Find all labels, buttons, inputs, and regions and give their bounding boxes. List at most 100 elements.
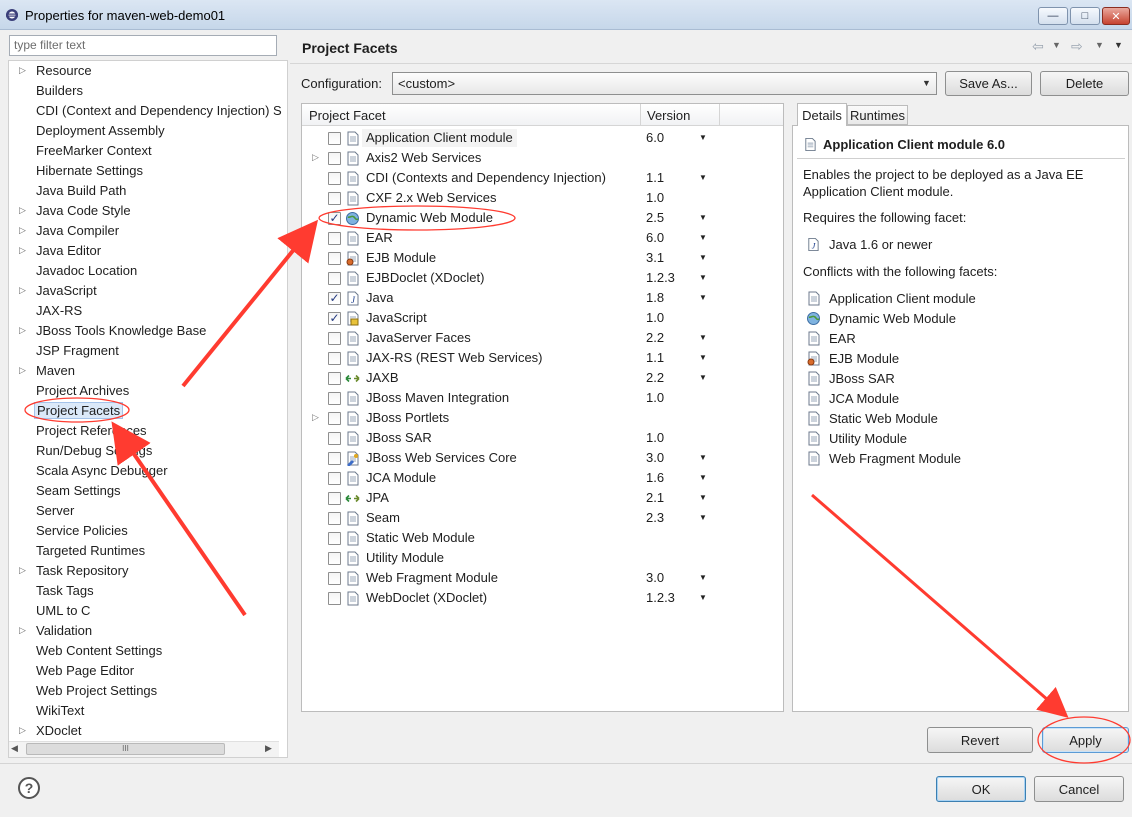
facet-row[interactable]: Web Fragment Module 3.0 ▼ bbox=[302, 568, 783, 588]
tree-item[interactable]: UML to C bbox=[9, 601, 287, 621]
tree-item[interactable]: ▷ Java Compiler bbox=[9, 221, 287, 241]
facet-row[interactable]: JAX-RS (REST Web Services) 1.1 ▼ bbox=[302, 348, 783, 368]
apply-button[interactable]: Apply bbox=[1042, 727, 1129, 753]
tree-item[interactable]: Web Content Settings bbox=[9, 641, 287, 661]
tree-item[interactable]: ▷ XDoclet bbox=[9, 721, 287, 741]
tree-item[interactable]: ▷ Task Repository bbox=[9, 561, 287, 581]
scroll-right-arrow-icon[interactable]: ▶ bbox=[265, 743, 272, 754]
version-dropdown-icon[interactable]: ▼ bbox=[699, 353, 707, 362]
save-as-button[interactable]: Save As... bbox=[945, 71, 1032, 96]
facet-checkbox[interactable] bbox=[328, 532, 341, 545]
version-dropdown-icon[interactable]: ▼ bbox=[699, 133, 707, 142]
version-dropdown-icon[interactable]: ▼ bbox=[699, 213, 707, 222]
tree-item[interactable]: Scala Async Debugger bbox=[9, 461, 287, 481]
tree-item[interactable]: ▷ JBoss Tools Knowledge Base bbox=[9, 321, 287, 341]
facet-checkbox[interactable] bbox=[328, 412, 341, 425]
facet-checkbox[interactable]: ✓ bbox=[328, 312, 341, 325]
expand-arrow-icon[interactable]: ▷ bbox=[19, 725, 26, 736]
tree-item[interactable]: Project Facets bbox=[9, 401, 287, 421]
version-dropdown-icon[interactable]: ▼ bbox=[699, 573, 707, 582]
version-dropdown-icon[interactable]: ▼ bbox=[699, 293, 707, 302]
facet-version[interactable]: 1.6 bbox=[646, 470, 664, 485]
maximize-button[interactable]: □ bbox=[1070, 7, 1100, 25]
version-dropdown-icon[interactable]: ▼ bbox=[699, 253, 707, 262]
facet-version[interactable]: 1.2.3 bbox=[646, 590, 675, 605]
facet-checkbox[interactable] bbox=[328, 192, 341, 205]
facet-version[interactable]: 1.0 bbox=[646, 430, 664, 445]
tree-item[interactable]: ▷ Maven bbox=[9, 361, 287, 381]
facet-checkbox[interactable] bbox=[328, 472, 341, 485]
version-dropdown-icon[interactable]: ▼ bbox=[699, 493, 707, 502]
facet-row[interactable]: JCA Module 1.6 ▼ bbox=[302, 468, 783, 488]
version-dropdown-icon[interactable]: ▼ bbox=[699, 333, 707, 342]
facet-row[interactable]: WebDoclet (XDoclet) 1.2.3 ▼ bbox=[302, 588, 783, 608]
expand-arrow-icon[interactable]: ▷ bbox=[19, 325, 26, 336]
version-dropdown-icon[interactable]: ▼ bbox=[699, 513, 707, 522]
facet-version[interactable]: 2.2 bbox=[646, 330, 664, 345]
facet-version[interactable]: 2.3 bbox=[646, 510, 664, 525]
version-dropdown-icon[interactable]: ▼ bbox=[699, 233, 707, 242]
tree-item[interactable]: CDI (Context and Dependency Injection) S bbox=[9, 101, 287, 121]
facet-checkbox[interactable] bbox=[328, 592, 341, 605]
facet-version[interactable]: 6.0 bbox=[646, 230, 664, 245]
facet-version[interactable]: 3.0 bbox=[646, 450, 664, 465]
expand-arrow-icon[interactable]: ▷ bbox=[19, 285, 26, 296]
facet-checkbox[interactable] bbox=[328, 352, 341, 365]
version-dropdown-icon[interactable]: ▼ bbox=[699, 173, 707, 182]
facet-version[interactable]: 1.0 bbox=[646, 190, 664, 205]
facet-row[interactable]: Application Client module 6.0 ▼ bbox=[302, 128, 783, 148]
back-arrow-icon[interactable]: ⇦ bbox=[1032, 38, 1044, 55]
column-divider[interactable] bbox=[719, 104, 720, 126]
facet-version[interactable]: 1.0 bbox=[646, 390, 664, 405]
facet-checkbox[interactable] bbox=[328, 232, 341, 245]
facet-checkbox[interactable] bbox=[328, 372, 341, 385]
tree-item[interactable]: ▷ Validation bbox=[9, 621, 287, 641]
tree-item[interactable]: Java Build Path bbox=[9, 181, 287, 201]
facet-row[interactable]: ✓ J Java 1.8 ▼ bbox=[302, 288, 783, 308]
facet-checkbox[interactable] bbox=[328, 512, 341, 525]
facet-row[interactable]: CDI (Contexts and Dependency Injection) 1… bbox=[302, 168, 783, 188]
tab-runtimes[interactable]: Runtimes bbox=[847, 105, 908, 125]
tree-item[interactable]: Web Page Editor bbox=[9, 661, 287, 681]
facet-checkbox[interactable] bbox=[328, 572, 341, 585]
expand-arrow-icon[interactable]: ▷ bbox=[19, 245, 26, 256]
expand-arrow-icon[interactable]: ▷ bbox=[19, 565, 26, 576]
facet-checkbox[interactable]: ✓ bbox=[328, 212, 341, 225]
facet-version[interactable]: 3.0 bbox=[646, 570, 664, 585]
version-dropdown-icon[interactable]: ▼ bbox=[699, 593, 707, 602]
facet-version[interactable]: 1.0 bbox=[646, 310, 664, 325]
tree-item[interactable]: ▷ JavaScript bbox=[9, 281, 287, 301]
facet-version[interactable]: 1.1 bbox=[646, 350, 664, 365]
tree-item[interactable]: JAX-RS bbox=[9, 301, 287, 321]
help-icon[interactable]: ? bbox=[18, 777, 40, 799]
view-menu-icon[interactable]: ▼ bbox=[1114, 40, 1123, 50]
cancel-button[interactable]: Cancel bbox=[1034, 776, 1124, 802]
facet-checkbox[interactable] bbox=[328, 452, 341, 465]
configuration-select[interactable]: <custom> bbox=[392, 72, 937, 95]
tree-item[interactable]: ▷ Java Editor bbox=[9, 241, 287, 261]
tree-item[interactable]: WikiText bbox=[9, 701, 287, 721]
facet-version[interactable]: 1.1 bbox=[646, 170, 664, 185]
facet-checkbox[interactable] bbox=[328, 252, 341, 265]
tree-item[interactable]: Web Project Settings bbox=[9, 681, 287, 701]
facet-row[interactable]: ▷ Axis2 Web Services bbox=[302, 148, 783, 168]
tree-item[interactable]: Service Policies bbox=[9, 521, 287, 541]
facet-checkbox[interactable] bbox=[328, 392, 341, 405]
expand-arrow-icon[interactable]: ▷ bbox=[19, 65, 26, 76]
facet-checkbox[interactable] bbox=[328, 552, 341, 565]
facet-row[interactable]: Static Web Module bbox=[302, 528, 783, 548]
version-dropdown-icon[interactable]: ▼ bbox=[699, 473, 707, 482]
facet-row[interactable]: ✓ JavaScript 1.0 bbox=[302, 308, 783, 328]
tree-item[interactable]: FreeMarker Context bbox=[9, 141, 287, 161]
tree-item[interactable]: Run/Debug Settings bbox=[9, 441, 287, 461]
facet-version[interactable]: 1.8 bbox=[646, 290, 664, 305]
facet-version[interactable]: 3.1 bbox=[646, 250, 664, 265]
facet-row[interactable]: JAXB 2.2 ▼ bbox=[302, 368, 783, 388]
facet-row[interactable]: Utility Module bbox=[302, 548, 783, 568]
facet-checkbox[interactable] bbox=[328, 132, 341, 145]
expand-arrow-icon[interactable]: ▷ bbox=[312, 412, 319, 423]
facet-row[interactable]: JBoss Web Services Core 3.0 ▼ bbox=[302, 448, 783, 468]
facet-checkbox[interactable] bbox=[328, 492, 341, 505]
expand-arrow-icon[interactable]: ▷ bbox=[19, 225, 26, 236]
expand-arrow-icon[interactable]: ▷ bbox=[19, 625, 26, 636]
